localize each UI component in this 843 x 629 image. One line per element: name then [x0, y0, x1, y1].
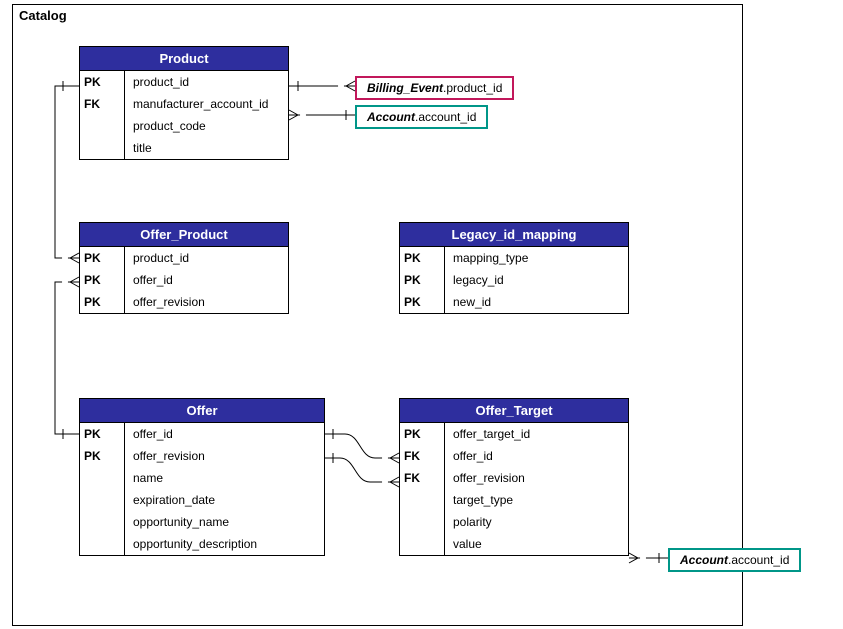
field-col: new_id [445, 291, 628, 313]
key-col [80, 511, 125, 533]
key-col: PK [400, 247, 445, 269]
field-col: value [445, 533, 628, 555]
field-col: offer_id [125, 269, 288, 291]
ref-account-account-id-bot: Account.account_id [668, 548, 801, 572]
ref-field: .product_id [443, 81, 502, 95]
diagram-area: Catalog Product PKproduct_id FKmanufactu… [0, 0, 843, 629]
ref-field: .account_id [728, 553, 789, 567]
table-row: opportunity_name [80, 511, 324, 533]
field-col: target_type [445, 489, 628, 511]
ref-entity: Billing_Event [367, 81, 443, 95]
field-col: product_id [125, 71, 288, 93]
key-col: PK [80, 247, 125, 269]
entity-offer-product: Offer_Product PKproduct_id PKoffer_id PK… [79, 222, 289, 314]
table-row: target_type [400, 489, 628, 511]
table-row: PKoffer_revision [80, 291, 288, 313]
key-col [400, 511, 445, 533]
table-row: value [400, 533, 628, 555]
table-row: name [80, 467, 324, 489]
entity-legacy-id-mapping-header: Legacy_id_mapping [400, 223, 628, 247]
ref-field: .account_id [415, 110, 476, 124]
key-col: PK [400, 291, 445, 313]
table-row: FKoffer_revision [400, 467, 628, 489]
key-col [80, 467, 125, 489]
table-row: PKoffer_revision [80, 445, 324, 467]
table-row: PKoffer_id [80, 269, 288, 291]
field-col: offer_revision [125, 445, 324, 467]
field-col: product_id [125, 247, 288, 269]
key-col: PK [80, 291, 125, 313]
entity-offer-target: Offer_Target PKoffer_target_id FKoffer_i… [399, 398, 629, 556]
field-col: title [125, 137, 288, 159]
table-row: FKmanufacturer_account_id [80, 93, 288, 115]
key-col [80, 533, 125, 555]
entity-offer-target-header: Offer_Target [400, 399, 628, 423]
key-col [80, 137, 125, 159]
ref-account-account-id-top: Account.account_id [355, 105, 488, 129]
key-col: PK [400, 269, 445, 291]
key-col [400, 489, 445, 511]
field-col: offer_revision [125, 291, 288, 313]
field-col: manufacturer_account_id [125, 93, 288, 115]
ref-entity: Account [680, 553, 728, 567]
field-col: offer_target_id [445, 423, 628, 445]
table-row: PKoffer_id [80, 423, 324, 445]
table-row: PKproduct_id [80, 247, 288, 269]
field-col: offer_id [445, 445, 628, 467]
table-row: expiration_date [80, 489, 324, 511]
key-col: FK [80, 93, 125, 115]
field-col: legacy_id [445, 269, 628, 291]
table-row: FKoffer_id [400, 445, 628, 467]
entity-legacy-id-mapping: Legacy_id_mapping PKmapping_type PKlegac… [399, 222, 629, 314]
ref-entity: Account [367, 110, 415, 124]
table-row: polarity [400, 511, 628, 533]
ref-billing-event-product-id: Billing_Event.product_id [355, 76, 514, 100]
entity-offer-product-header: Offer_Product [80, 223, 288, 247]
entity-product-header: Product [80, 47, 288, 71]
table-row: PKlegacy_id [400, 269, 628, 291]
key-col [80, 489, 125, 511]
table-row: title [80, 137, 288, 159]
table-row: product_code [80, 115, 288, 137]
field-col: expiration_date [125, 489, 324, 511]
table-row: PKmapping_type [400, 247, 628, 269]
key-col: PK [400, 423, 445, 445]
table-row: opportunity_description [80, 533, 324, 555]
field-col: offer_revision [445, 467, 628, 489]
field-col: name [125, 467, 324, 489]
entity-product: Product PKproduct_id FKmanufacturer_acco… [79, 46, 289, 160]
field-col: mapping_type [445, 247, 628, 269]
key-col [80, 115, 125, 137]
key-col: PK [80, 445, 125, 467]
entity-offer: Offer PKoffer_id PKoffer_revision name e… [79, 398, 325, 556]
table-row: PKoffer_target_id [400, 423, 628, 445]
field-col: opportunity_name [125, 511, 324, 533]
field-col: polarity [445, 511, 628, 533]
key-col [400, 533, 445, 555]
entity-offer-header: Offer [80, 399, 324, 423]
table-row: PKproduct_id [80, 71, 288, 93]
catalog-title: Catalog [19, 8, 67, 23]
key-col: PK [80, 71, 125, 93]
key-col: FK [400, 467, 445, 489]
table-row: PKnew_id [400, 291, 628, 313]
key-col: PK [80, 423, 125, 445]
field-col: offer_id [125, 423, 324, 445]
field-col: product_code [125, 115, 288, 137]
key-col: FK [400, 445, 445, 467]
key-col: PK [80, 269, 125, 291]
field-col: opportunity_description [125, 533, 324, 555]
